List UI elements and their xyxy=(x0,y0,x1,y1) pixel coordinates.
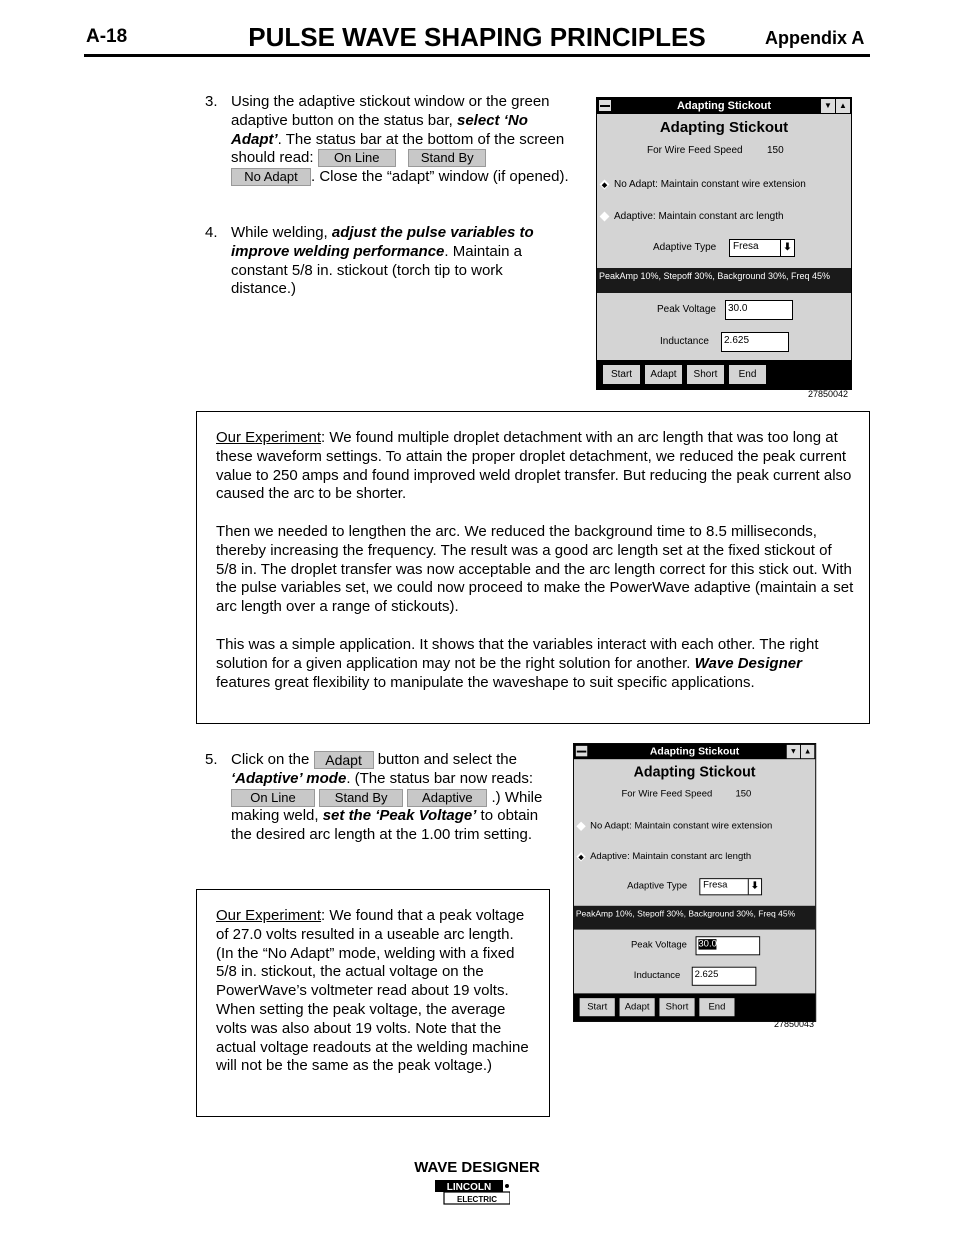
experiment-box-1: Our Experiment: We found multiple drople… xyxy=(196,411,870,724)
system-menu-icon[interactable] xyxy=(599,100,611,111)
status-bar: PeakAmp 10%, Stepoff 30%, Background 30%… xyxy=(597,268,851,293)
step-3: 3. Using the adaptive stickout window or… xyxy=(205,93,569,187)
peak-voltage-label: Peak Voltage xyxy=(657,304,716,315)
maximize-icon[interactable]: ▲ xyxy=(801,744,815,759)
dropdown-arrow-icon[interactable]: ⬇ xyxy=(780,240,794,256)
step-5: 5. Click on the Adapt button and select … xyxy=(205,751,543,844)
wire-feed-speed-label: For Wire Feed Speed xyxy=(647,145,743,156)
inductance-input[interactable]: 2.625 xyxy=(721,332,789,352)
button-bar: Start Adapt Short End xyxy=(573,993,816,1021)
short-button[interactable]: Short xyxy=(659,998,695,1017)
window-heading: Adapting Stickout xyxy=(659,119,789,136)
figure-id: 27850042 xyxy=(808,389,849,399)
status-chip-noadapt: No Adapt xyxy=(231,168,311,187)
figure-id: 27850043 xyxy=(774,1019,815,1029)
window-title-bar[interactable]: Adapting Stickout ▼ ▲ xyxy=(573,743,816,760)
inductance-label: Inductance xyxy=(633,970,681,981)
radio-adaptive[interactable]: Adaptive: Maintain constant arc length xyxy=(599,211,784,222)
status-chip-adaptive: Adaptive xyxy=(407,788,488,807)
status-chip-standby: Stand By xyxy=(319,788,404,807)
maximize-icon[interactable]: ▲ xyxy=(836,99,850,113)
wire-feed-speed-label: For Wire Feed Speed xyxy=(621,788,713,800)
status-bar: PeakAmp 10%, Stepoff 30%, Background 30%… xyxy=(573,905,816,930)
adapting-stickout-window-adaptive: Adapting Stickout ▼ ▲ Adapting Stickout … xyxy=(573,743,817,1022)
minimize-icon[interactable]: ▼ xyxy=(821,99,835,113)
adaptive-type-select[interactable]: Fresa ⬇ xyxy=(729,239,795,257)
step-4: 4. While welding, adjust the pulse varia… xyxy=(205,224,534,298)
section-label: Appendix A xyxy=(765,28,865,48)
svg-text:ELECTRIC: ELECTRIC xyxy=(457,1195,497,1204)
peak-voltage-label: Peak Voltage xyxy=(630,940,687,951)
radio-no-adapt[interactable]: No Adapt: Maintain constant wire extensi… xyxy=(599,179,806,190)
lincoln-electric-logo: LINCOLN ELECTRIC xyxy=(435,1180,510,1205)
wire-feed-speed-value: 150 xyxy=(735,788,752,800)
dropdown-arrow-icon[interactable]: ⬇ xyxy=(747,879,761,895)
adaptive-type-label: Adaptive Type xyxy=(653,242,717,253)
short-button[interactable]: Short xyxy=(687,365,724,384)
inductance-input[interactable]: 2.625 xyxy=(691,966,757,986)
svg-text:LINCOLN: LINCOLN xyxy=(447,1182,491,1193)
wire-feed-speed-value: 150 xyxy=(767,145,784,156)
radio-no-adapt[interactable]: No Adapt: Maintain constant wire extensi… xyxy=(576,821,772,832)
inductance-label: Inductance xyxy=(660,336,709,347)
experiment-box-2: Our Experiment: We found that a peak vol… xyxy=(196,889,550,1117)
footer-title: WAVE DESIGNER xyxy=(414,1159,540,1176)
minimize-icon[interactable]: ▼ xyxy=(786,744,801,759)
peak-voltage-input[interactable]: 30.0 xyxy=(725,300,793,320)
adaptive-type-label: Adaptive Type xyxy=(627,881,688,892)
button-bar: Start Adapt Short End xyxy=(597,360,851,389)
adapting-stickout-window: Adapting Stickout ▼ ▲ Adapting Stickout … xyxy=(596,97,852,390)
start-button[interactable]: Start xyxy=(603,365,640,384)
header-rule xyxy=(84,54,870,57)
adapt-button[interactable]: Adapt xyxy=(619,998,655,1017)
end-button[interactable]: End xyxy=(699,998,735,1017)
status-chip-standby: Stand By xyxy=(408,149,487,168)
adapt-chip: Adapt xyxy=(313,751,374,770)
page: A-18 PULSE WAVE SHAPING PRINCIPLES Appen… xyxy=(0,0,954,1235)
adaptive-type-select[interactable]: Fresa ⬇ xyxy=(699,878,763,896)
window-title-bar[interactable]: Adapting Stickout ▼ ▲ xyxy=(597,98,851,114)
status-chip-online: On Line xyxy=(231,788,315,807)
wave-designer-brand: Wave Designer xyxy=(694,654,802,672)
window-heading: Adapting Stickout xyxy=(633,763,756,781)
peak-voltage-input[interactable]: 30.0 xyxy=(695,936,761,956)
status-chip-online: On Line xyxy=(317,149,396,168)
end-button[interactable]: End xyxy=(729,365,766,384)
start-button[interactable]: Start xyxy=(579,998,615,1017)
system-menu-icon[interactable] xyxy=(575,745,588,757)
adapt-button[interactable]: Adapt xyxy=(645,365,682,384)
radio-adaptive[interactable]: Adaptive: Maintain constant arc length xyxy=(576,852,751,862)
